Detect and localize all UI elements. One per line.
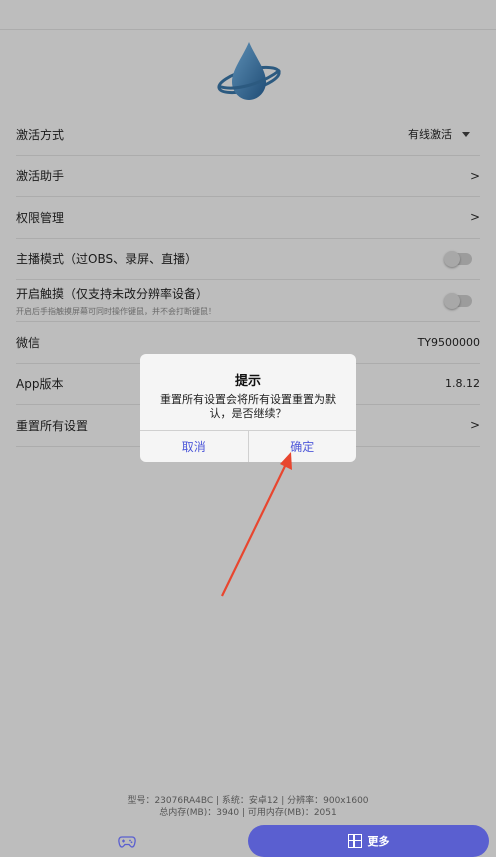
top-bar bbox=[0, 0, 496, 30]
activation-method-select[interactable]: 有线激活 bbox=[408, 126, 480, 142]
bottom-bar: 更多 bbox=[0, 820, 496, 857]
grid-icon bbox=[347, 834, 362, 848]
touch-enable-row: 开启触摸（仅支持未改分辨率设备） 开启后手指触摸屏幕可同时操作键鼠，并不会打断键… bbox=[16, 280, 480, 322]
confirm-dialog: 提示 重置所有设置会将所有设置重置为默认，是否继续？ 取消 确定 bbox=[140, 354, 356, 462]
dialog-buttons: 取消 确定 bbox=[140, 430, 356, 462]
row-label: 开启触摸（仅支持未改分辨率设备） bbox=[16, 286, 209, 301]
cancel-button[interactable]: 取消 bbox=[140, 431, 249, 462]
device-info-line: 总内存(MB)：3940 | 可用内存(MB)：2051 bbox=[159, 808, 337, 818]
permission-management-row[interactable]: 权限管理 > bbox=[16, 197, 480, 239]
wechat-id: TY9500000 bbox=[417, 335, 480, 349]
dialog-title: 提示 bbox=[234, 374, 261, 389]
row-description: 开启后手指触摸屏幕可同时操作键鼠，并不会打断键鼠！ bbox=[16, 306, 216, 316]
dropdown-caret-icon bbox=[462, 131, 470, 137]
chevron-right-icon: > bbox=[469, 210, 480, 225]
device-info: 型号：23076RA4BC | 系统：安卓12 | 分辨率：900x1600 总… bbox=[0, 795, 496, 819]
more-label: 更多 bbox=[367, 835, 390, 848]
app-logo-icon bbox=[214, 40, 284, 104]
row-label: 激活方式 bbox=[16, 127, 65, 142]
gamepad-icon[interactable] bbox=[118, 833, 136, 848]
chevron-right-icon: > bbox=[469, 418, 480, 433]
row-label: 主播模式（过OBS、录屏、直播） bbox=[16, 252, 198, 267]
app-version-value: 1.8.12 bbox=[445, 377, 480, 391]
row-label: 重置所有设置 bbox=[16, 418, 89, 433]
confirm-button[interactable]: 确定 bbox=[249, 431, 357, 462]
streamer-mode-toggle[interactable] bbox=[444, 250, 472, 267]
dialog-message: 重置所有设置会将所有设置重置为默认，是否继续？ bbox=[160, 393, 336, 420]
activation-helper-row[interactable]: 激活助手 > bbox=[16, 156, 480, 197]
activation-method-row[interactable]: 激活方式 有线激活 bbox=[16, 114, 480, 156]
row-label: 激活助手 bbox=[16, 169, 65, 184]
row-label: 权限管理 bbox=[16, 210, 65, 225]
row-label: App版本 bbox=[16, 377, 64, 392]
touch-enable-toggle[interactable] bbox=[444, 293, 472, 309]
row-label: 微信 bbox=[16, 335, 41, 350]
more-button[interactable]: 更多 bbox=[248, 825, 489, 857]
chevron-right-icon: > bbox=[469, 168, 480, 183]
device-info-line: 型号：23076RA4BC | 系统：安卓12 | 分辨率：900x1600 bbox=[127, 796, 369, 806]
row-value: 有线激活 bbox=[408, 128, 452, 142]
streamer-mode-row: 主播模式（过OBS、录屏、直播） bbox=[16, 239, 480, 280]
